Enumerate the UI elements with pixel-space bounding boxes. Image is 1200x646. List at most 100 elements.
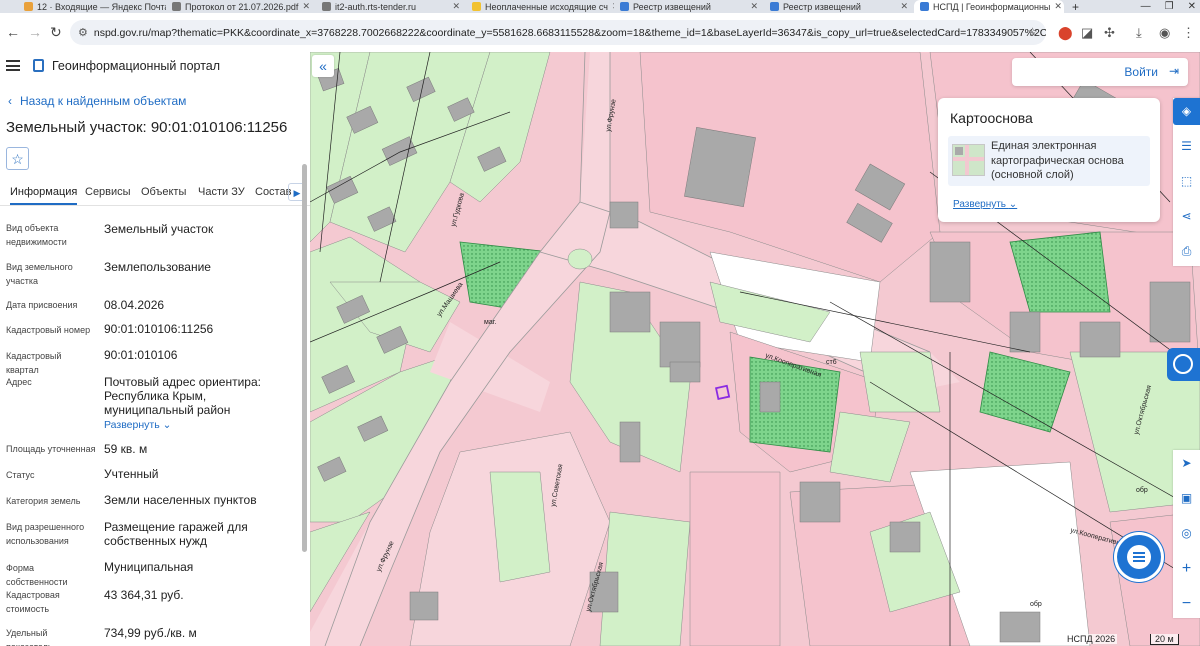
emblem-favicon-icon [770,2,779,11]
attr-label: Дата присвоения [6,300,78,310]
share-icon[interactable]: ⋖ [1173,203,1200,230]
browser-tab[interactable]: it2-auth.rts-tender.ru ✕ [316,0,466,13]
menu-icon[interactable] [6,60,20,71]
close-window-icon[interactable]: ✕ [1188,1,1196,12]
chevron-down-icon: ⌄ [1008,199,1018,210]
close-tab-icon[interactable]: ✕ [750,1,758,12]
map-label-obr: обр [1030,600,1042,608]
maximize-icon[interactable]: ❐ [1165,1,1174,12]
browser-tab[interactable]: Реестр извещений ✕ [764,0,914,13]
back-to-results-link[interactable]: ‹ Назад к найденным объектам [8,94,186,108]
zoom-in-icon[interactable]: + [1173,555,1200,582]
browser-tab[interactable]: Реестр извещений ✕ [614,0,764,13]
download-icon[interactable]: ⤓ [1136,25,1142,41]
close-tab-icon[interactable]: ✕ [900,1,908,12]
browser-tab[interactable]: Неоплаченные исходящие сч✕ [466,0,614,13]
minimap-icon[interactable]: ▣ [1173,485,1200,512]
browser-tab[interactable]: Протокол от 21.07.2026.pdf ✕ [166,0,316,13]
map-label-shop: маг. [484,319,496,326]
assistant-button[interactable] [1167,348,1200,381]
chat-bubble-icon [1173,354,1193,374]
attr-label: Форма собственности [6,563,68,587]
chevron-down-icon: ⌄ [162,419,172,431]
portal-header: Геоинформационный портал [0,52,310,80]
basemap-icon[interactable]: ☰ [1173,133,1200,160]
back-arrow-icon[interactable]: ← [6,24,20,40]
browser-tab[interactable]: 12 · Входящие — Яндекс Почта✕ [18,0,166,13]
layers-icon[interactable]: ◈ [1173,98,1200,125]
basemap-title: Картооснова [950,110,1033,126]
attr-value: 59 кв. м [104,442,148,456]
map-attribution: НСПД 2026 [1065,634,1118,644]
yandex-extension-icon[interactable]: ⬤ [1058,25,1073,41]
object-info-panel: Геоинформационный портал ‹ Назад к найден… [0,52,311,646]
attr-label: Статус [6,470,35,480]
favorite-star-icon[interactable]: ☆ [6,147,29,170]
browser-tab-bar: 12 · Входящие — Яндекс Почта✕ Протокол о… [0,0,1200,13]
attr-label: Адрес [6,377,32,387]
attr-label: Вид земельного участка [6,262,73,286]
browser-tab-active[interactable]: НСПД | Геоинформационны ✕ [914,0,1064,13]
basemap-panel: Картооснова Единая электронная картограф… [938,98,1160,222]
close-tab-icon[interactable]: ✕ [1054,1,1062,12]
tab-parcel-parts[interactable]: Части ЗУ [198,186,245,198]
print-icon[interactable]: ⎙ [1173,238,1200,265]
menu-dots-icon[interactable]: ⋮ [1182,25,1195,41]
tab-objects[interactable]: Объекты [141,186,186,198]
nspd-favicon-icon [920,2,929,11]
minimize-icon[interactable]: — [1141,1,1151,12]
portal-name: Геоинформационный портал [52,59,221,73]
site-info-icon[interactable]: ⚙ [78,26,88,39]
close-tab-icon[interactable]: ✕ [302,1,310,12]
tab-services[interactable]: Сервисы [85,186,131,198]
url-field[interactable]: ⚙ nspd.gov.ru/map?thematic=PKK&coordinat… [70,20,1046,45]
window-controls: — ❐ ✕ [1141,0,1196,13]
login-icon: ⇥ [1168,64,1179,78]
info-tabs: Информация Сервисы Объекты Части ЗУ Сост… [0,183,310,206]
attr-label: Вид разрешенного использования [6,522,85,546]
globe-favicon-icon [322,2,331,11]
attr-value: Учтенный [104,467,159,481]
login-button[interactable]: Войти ⇥ [1012,58,1188,86]
basemap-thumbnail [952,144,985,176]
attr-value: 43 364,31 руб. [104,588,184,602]
zoom-out-icon[interactable]: − [1173,590,1200,617]
attr-label: Категория земель [6,496,81,506]
expand-address-link[interactable]: Развернуть ⌄ [104,419,171,431]
attr-label: Площадь уточненная [6,444,96,454]
map-label-st6: ст6 [826,359,837,366]
attr-value: 90:01:010106 [104,348,178,362]
attr-label: Кадастровый квартал [6,351,62,375]
address-bar-row: ← → ↻ ⚙ nspd.gov.ru/map?thematic=PKK&coo… [0,13,1200,53]
map-scale: 20 м [1150,634,1179,645]
select-icon[interactable]: ⬚ [1173,168,1200,195]
tab-composition[interactable]: Состав [255,186,291,198]
emblem-favicon-icon [620,2,629,11]
bookmark-star-icon[interactable]: ☆ [1027,25,1038,39]
search-map-icon[interactable]: ◎ [1173,520,1200,547]
attr-value: Земли населенных пунктов [104,493,257,507]
list-icon [1127,545,1151,569]
profile-icon[interactable]: ◉ [1159,25,1170,41]
reload-icon[interactable]: ↻ [50,24,62,41]
basemap-layer-name: Единая электронная картографическая осно… [991,140,1124,181]
attr-value: 08.04.2026 [104,298,165,312]
tab-information[interactable]: Информация [10,186,78,205]
basemap-option[interactable]: Единая электронная картографическая осно… [948,136,1150,186]
map-toolbar-top: ◈ ☰ ⬚ ⋖ ⎙ [1173,98,1200,266]
attr-label: Кадастровый номер [6,325,91,335]
attr-value: Муниципальная [104,560,194,574]
locate-icon[interactable]: ➤ [1173,450,1200,477]
panel-scrollbar[interactable] [302,164,307,552]
close-tab-icon[interactable]: ✕ [452,1,460,12]
attr-value: Размещение гаражей для собственных нужд [104,520,248,548]
attr-label: Вид объекта недвижимости [6,223,67,247]
basemap-expand-link[interactable]: Развернуть ⌄ [953,199,1017,210]
forward-arrow-icon[interactable]: → [28,24,42,40]
extension-icon[interactable]: ◪ [1081,25,1093,41]
t-favicon-icon [472,2,481,11]
new-tab-button[interactable]: + [1066,0,1086,13]
menu-fab-button[interactable] [1117,535,1161,579]
collapse-panel-button[interactable]: « [312,55,334,77]
extensions-puzzle-icon[interactable]: ✣ [1104,25,1115,41]
